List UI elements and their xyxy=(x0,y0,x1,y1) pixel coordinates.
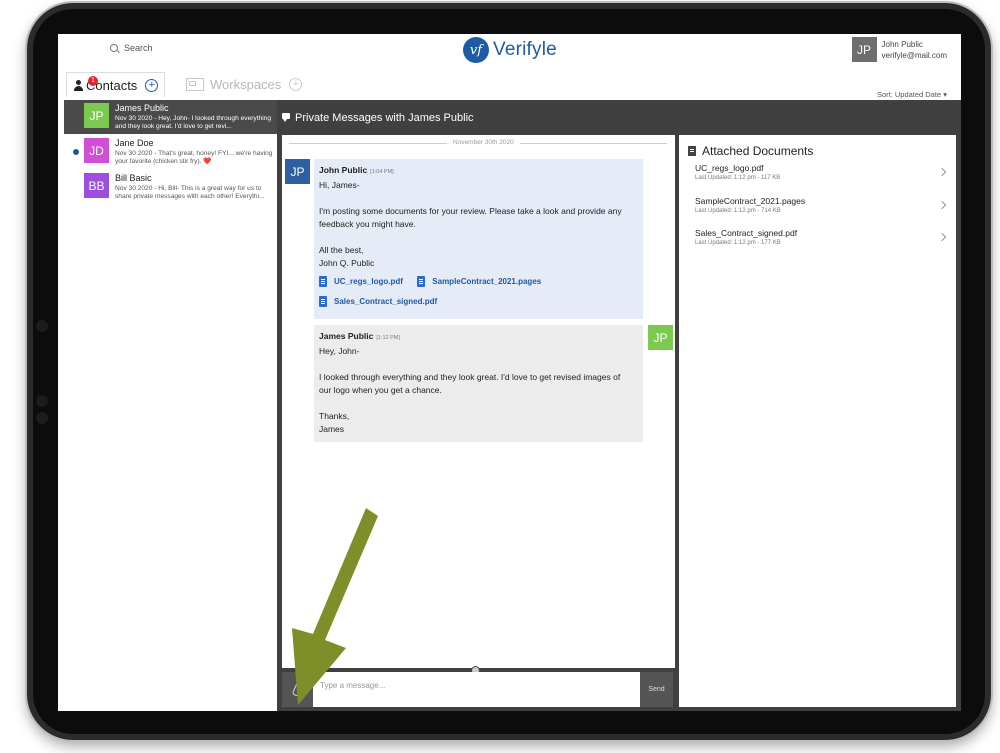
avatar: JP xyxy=(648,325,673,350)
conversation-header: Private Messages with James Public xyxy=(277,100,961,135)
message-author: James Public xyxy=(319,331,374,341)
message-line: feedback you might have. xyxy=(319,219,416,229)
file-link[interactable]: UC_regs_logo.pdf xyxy=(319,275,403,288)
contact-name: Jane Doe xyxy=(115,138,154,148)
message-time: [1:12 PM] xyxy=(376,335,400,341)
document-meta: Last Updated: 1:12 pm - 177 KB xyxy=(695,240,781,246)
user-email: verifyle@mail.com xyxy=(881,50,947,60)
file-icon xyxy=(319,296,327,307)
workspace-icon xyxy=(186,77,204,91)
message-line: I looked through everything and they loo… xyxy=(319,372,621,382)
pointer-arrow-icon xyxy=(292,508,378,705)
message-line: I'm posting some documents for your revi… xyxy=(319,206,622,216)
message-attachments: UC_regs_logo.pdf SampleContract_2021.pag… xyxy=(319,275,638,315)
file-name: Sales_Contract_signed.pdf xyxy=(334,297,438,306)
logo-text: Verifyle xyxy=(493,39,557,60)
document-meta: Last Updated: 1:12 pm - 714 KB xyxy=(695,208,781,214)
side-button xyxy=(36,412,48,424)
avatar: JP xyxy=(851,37,877,62)
side-button xyxy=(36,395,48,407)
tab-workspaces-label: Workspaces xyxy=(210,76,282,92)
document-meta: Last Updated: 1:12 pm - 117 KB xyxy=(695,175,781,181)
sort-dropdown[interactable]: Sort: Updated Date ▾ xyxy=(877,90,947,99)
avatar: JP xyxy=(84,103,109,128)
tabs-bar: 1 Contacts + Workspaces + Sort: Updated … xyxy=(58,68,961,100)
contact-item[interactable]: BB Bill Basic Nov 30 2020 - Hi, Bill- Th… xyxy=(64,170,277,204)
contact-item[interactable]: JD Jane Doe Nov 30 2020 - That's great, … xyxy=(64,135,277,169)
document-name: UC_regs_logo.pdf xyxy=(695,163,764,173)
contact-snippet: Nov 30 2020 - Hey, John- I looked throug… xyxy=(115,115,272,130)
message-bubble: John Public [1:04 PM] Hi, James- I'm post… xyxy=(314,159,643,319)
tab-contacts[interactable]: 1 Contacts + xyxy=(66,72,166,97)
contact-name: James Public xyxy=(115,103,169,113)
attached-documents-panel: Attached Documents UC_regs_logo.pdf Last… xyxy=(679,135,956,707)
document-item[interactable]: SampleContract_2021.pages Last Updated: … xyxy=(695,196,950,224)
message-line: Hey, John- xyxy=(319,346,360,356)
file-link[interactable]: Sales_Contract_signed.pdf xyxy=(319,295,437,308)
contact-snippet: Nov 30 2020 - Hi, Bill- This is a great … xyxy=(115,185,265,200)
date-separator-label: November 30th 2020 xyxy=(447,139,520,146)
contact-item[interactable]: JP James Public Nov 30 2020 - Hey, John-… xyxy=(64,100,277,134)
contact-snippet: Nov 30 2020 - That's great, honey! FYI..… xyxy=(115,150,273,165)
user-menu[interactable]: JP John Public verifyle@mail.com xyxy=(851,37,947,62)
app-screen: Search vf Verifyle JP John Public verify… xyxy=(58,34,961,711)
top-bar: Search vf Verifyle JP John Public verify… xyxy=(58,34,961,69)
conversation-title: Private Messages with James Public xyxy=(295,112,474,124)
avatar: JP xyxy=(285,159,310,184)
notification-badge: 1 xyxy=(88,76,98,86)
logo-mark: vf xyxy=(463,37,489,63)
user-name: John Public xyxy=(881,39,923,49)
chat-bubble-icon xyxy=(282,113,290,122)
avatar: BB xyxy=(84,173,109,198)
date-separator: November 30th 2020 xyxy=(289,139,667,146)
search-icon xyxy=(110,44,118,52)
tab-workspaces[interactable]: Workspaces + xyxy=(186,72,303,96)
message-line: Thanks, xyxy=(319,411,350,421)
search-label: Search xyxy=(124,43,153,53)
file-name: SampleContract_2021.pages xyxy=(432,277,542,286)
side-button xyxy=(36,320,48,332)
add-workspace-icon[interactable]: + xyxy=(289,77,303,91)
add-contact-icon[interactable]: + xyxy=(145,78,159,92)
unread-dot-icon xyxy=(73,149,79,155)
message-line: James xyxy=(319,424,345,434)
document-name: Sales_Contract_signed.pdf xyxy=(695,228,798,238)
avatar: JD xyxy=(84,138,109,163)
message-line: our logo when you get a chance. xyxy=(319,385,442,395)
document-item[interactable]: Sales_Contract_signed.pdf Last Updated: … xyxy=(695,228,950,256)
contact-name: Bill Basic xyxy=(115,173,152,183)
search-box[interactable]: Search xyxy=(110,43,153,53)
file-icon xyxy=(319,276,327,287)
person-icon xyxy=(73,79,84,91)
documents-title: Attached Documents xyxy=(688,144,813,158)
message-line: Hi, James- xyxy=(319,180,360,190)
file-name: UC_regs_logo.pdf xyxy=(334,277,403,286)
logo[interactable]: vf Verifyle xyxy=(463,35,557,65)
message-time: [1:04 PM] xyxy=(370,169,394,175)
file-icon xyxy=(417,276,426,287)
document-icon xyxy=(688,146,696,156)
file-link[interactable]: SampleContract_2021.pages xyxy=(417,275,541,288)
message-line: John Q. Public xyxy=(319,258,375,268)
message-author: John Public xyxy=(319,165,368,175)
message-line: All the best, xyxy=(319,245,364,255)
message-bubble: James Public [1:12 PM] Hey, John- I looke… xyxy=(314,325,643,442)
send-button[interactable]: Send xyxy=(640,672,673,707)
document-name: SampleContract_2021.pages xyxy=(695,196,806,206)
document-item[interactable]: UC_regs_logo.pdf Last Updated: 1:12 pm -… xyxy=(695,163,950,191)
documents-title-text: Attached Documents xyxy=(702,144,814,158)
contacts-list: JP James Public Nov 30 2020 - Hey, John-… xyxy=(58,100,277,711)
